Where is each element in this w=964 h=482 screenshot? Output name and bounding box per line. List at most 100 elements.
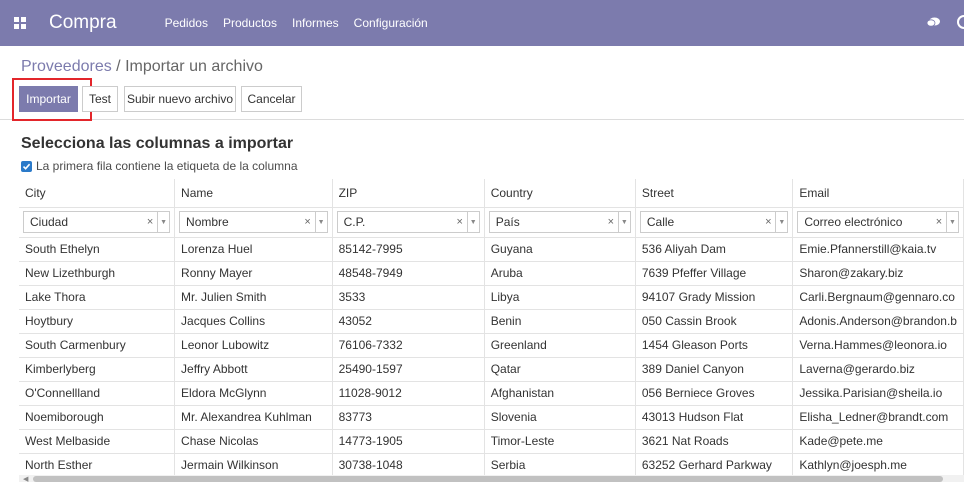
header-row-option[interactable]: La primera fila contiene la etiqueta de …	[21, 159, 298, 173]
clear-icon[interactable]: ×	[453, 216, 467, 228]
table-row: Kimberlyberg Jeffry Abbott 25490-1597 Qatar…	[19, 357, 964, 382]
table-row: O'Connellland Eldora McGlynn 11028-9012 Afg…	[19, 381, 964, 406]
top-navbar: Compra Pedidos Productos Informes Config…	[0, 0, 964, 46]
table-cell: Jessika.Parisian@sheila.io	[792, 381, 964, 406]
table-cell: 14773-1905	[332, 429, 485, 454]
chevron-down-icon[interactable]: ▼	[946, 212, 958, 232]
column-header: Street	[635, 179, 794, 208]
column-header: Name	[174, 179, 333, 208]
clear-icon[interactable]: ×	[301, 216, 315, 228]
chevron-down-icon[interactable]: ▼	[617, 212, 630, 232]
table-cell: 11028-9012	[332, 381, 485, 406]
table-cell: Timor-Leste	[484, 429, 636, 454]
select-value: Nombre	[186, 215, 229, 229]
table-cell: 25490-1597	[332, 357, 485, 382]
field-mapping-select[interactable]: País × ▼	[488, 211, 631, 233]
clear-icon[interactable]: ×	[932, 216, 946, 228]
upload-file-button[interactable]: Subir nuevo archivo	[124, 86, 236, 112]
field-mapping-row: Ciudad × ▼ Nombre × ▼ C.P. × ▼ País × ▼ Calle × ▼ …	[19, 207, 964, 238]
table-cell: South Ethelyn	[19, 237, 176, 262]
table-cell: Ronny Mayer	[174, 261, 333, 286]
table-cell: Kade@pete.me	[792, 429, 964, 454]
chevron-down-icon[interactable]: ▼	[314, 212, 327, 232]
table-row: Lake Thora Mr. Julien Smith 3533 Libya 94107…	[19, 285, 964, 310]
table-cell: Emie.Pfannerstill@kaia.tv	[792, 237, 964, 262]
field-mapping-select[interactable]: Ciudad × ▼	[23, 211, 171, 233]
chat-bubble-icon[interactable]	[927, 17, 940, 28]
table-row: Hoytbury Jacques Collins 43052 Benin 050 Cas…	[19, 309, 964, 334]
import-content: Selecciona las columnas a importar La pr…	[0, 121, 964, 482]
table-cell: Benin	[484, 309, 636, 334]
chevron-down-icon[interactable]: ▼	[466, 212, 479, 232]
field-mapping-select[interactable]: Calle × ▼	[639, 211, 789, 233]
scrollbar-thumb[interactable]	[33, 476, 943, 482]
table-row: South Carmenbury Leonor Lubowitz 76106-733…	[19, 333, 964, 358]
table-cell: 30738-1048	[332, 453, 485, 478]
select-value: Calle	[646, 215, 675, 229]
apps-grid-icon[interactable]	[14, 17, 26, 29]
breadcrumb-separator: /	[111, 58, 126, 75]
clear-icon[interactable]: ×	[143, 216, 157, 228]
table-cell: Sharon@zakary.biz	[792, 261, 964, 286]
table-cell: Guyana	[484, 237, 636, 262]
column-header: ZIP	[332, 179, 485, 208]
table-cell: Eldora McGlynn	[174, 381, 333, 406]
select-value: Correo electrónico	[804, 215, 903, 229]
column-header: City	[19, 179, 176, 208]
table-cell: 43052	[332, 309, 485, 334]
table-cell: Mr. Julien Smith	[174, 285, 333, 310]
table-cell: 050 Cassin Brook	[635, 309, 794, 334]
field-mapping-select[interactable]: Correo electrónico × ▼	[797, 211, 959, 233]
table-cell: 3621 Nat Roads	[635, 429, 794, 454]
table-cell: Laverna@gerardo.biz	[792, 357, 964, 382]
chevron-down-icon[interactable]: ▼	[775, 212, 787, 232]
horizontal-scrollbar[interactable]: ◀	[19, 475, 964, 482]
table-cell: 056 Berniece Groves	[635, 381, 794, 406]
table-cell: 63252 Gerhard Parkway	[635, 453, 794, 478]
table-cell: Noemiborough	[19, 405, 176, 430]
table-cell: 1454 Gleason Ports	[635, 333, 794, 358]
menu-item-pedidos[interactable]: Pedidos	[165, 16, 208, 30]
table-row: South Ethelyn Lorenza Huel 85142-7995 Guyan…	[19, 237, 964, 262]
table-cell: Greenland	[484, 333, 636, 358]
table-cell: 3533	[332, 285, 485, 310]
table-cell: Lorenza Huel	[174, 237, 333, 262]
clear-icon[interactable]: ×	[761, 216, 775, 228]
menu-item-informes[interactable]: Informes	[292, 16, 339, 30]
clear-icon[interactable]: ×	[604, 216, 618, 228]
table-cell: Qatar	[484, 357, 636, 382]
test-button[interactable]: Test	[82, 86, 118, 112]
cancel-button[interactable]: Cancelar	[241, 86, 302, 112]
table-cell: Mr. Alexandrea Kuhlman	[174, 405, 333, 430]
table-cell: Leonor Lubowitz	[174, 333, 333, 358]
menu-item-productos[interactable]: Productos	[223, 16, 277, 30]
table-cell: Kimberlyberg	[19, 357, 176, 382]
table-cell: Jermain Wilkinson	[174, 453, 333, 478]
app-name[interactable]: Compra	[49, 12, 117, 34]
clock-icon[interactable]	[957, 15, 964, 29]
table-cell: Libya	[484, 285, 636, 310]
menu-item-configuracion[interactable]: Configuración	[354, 16, 428, 30]
header-row-checkbox[interactable]	[21, 160, 32, 172]
table-row: North Esther Jermain Wilkinson 30738-1048 S…	[19, 453, 964, 478]
breadcrumb-parent[interactable]: Proveedores	[21, 58, 112, 75]
table-cell: South Carmenbury	[19, 333, 176, 358]
table-cell: 48548-7949	[332, 261, 485, 286]
table-cell: Elisha_Ledner@brandt.com	[792, 405, 964, 430]
table-cell: Jeffry Abbott	[174, 357, 333, 382]
breadcrumb-current: Importar un archivo	[125, 58, 263, 75]
table-cell: Hoytbury	[19, 309, 176, 334]
scroll-left-icon[interactable]: ◀	[23, 475, 28, 482]
chevron-down-icon[interactable]: ▼	[157, 212, 169, 232]
field-mapping-select[interactable]: Nombre × ▼	[179, 211, 328, 233]
table-cell: 83773	[332, 405, 485, 430]
import-preview-table: City Name ZIP Country Street Email Ciuda…	[19, 179, 964, 478]
field-mapping-select[interactable]: C.P. × ▼	[336, 211, 480, 233]
table-cell: Adonis.Anderson@brandon.b	[792, 309, 964, 334]
section-title: Selecciona las columnas a importar	[21, 135, 294, 152]
column-header: Email	[792, 179, 964, 208]
table-cell: Kathlyn@joesph.me	[792, 453, 964, 478]
select-value: Ciudad	[30, 215, 69, 229]
table-cell: Serbia	[484, 453, 636, 478]
import-button[interactable]: Importar	[19, 86, 78, 112]
